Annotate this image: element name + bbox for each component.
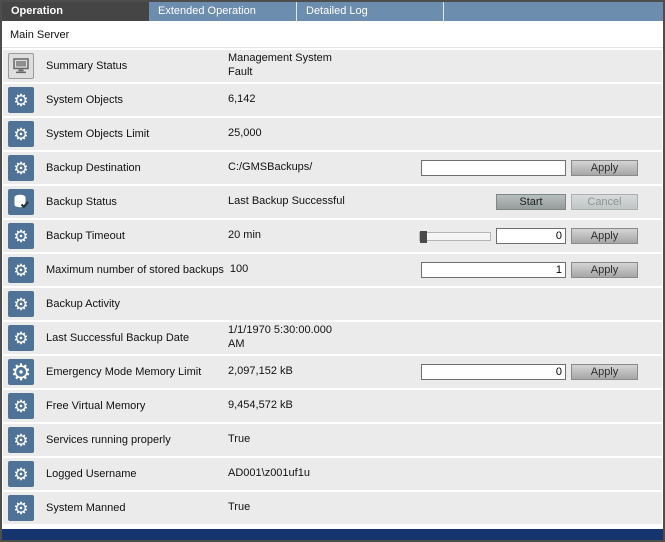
- start-button[interactable]: Start: [496, 194, 566, 210]
- gear-icon: ⚙: [8, 223, 34, 249]
- property-label: Logged Username: [46, 468, 228, 480]
- tab-bar: Operation Extended Operation Detailed Lo…: [2, 2, 663, 21]
- row-emergency-mode-memory-limit: ⚙ Emergency Mode Memory Limit 2,097,152 …: [3, 356, 662, 388]
- status-bar: [2, 529, 663, 540]
- tab-extended-operation[interactable]: Extended Operation: [149, 2, 296, 21]
- row-backup-destination: ⚙ Backup Destination C:/GMSBackups/ Appl…: [3, 152, 662, 184]
- emergency-memory-input[interactable]: [421, 364, 566, 380]
- row-system-manned: ⚙ System Manned True: [3, 492, 662, 524]
- property-value: AD001\z001uf1u: [228, 467, 400, 481]
- property-value: 9,454,572 kB: [228, 399, 400, 413]
- cancel-button[interactable]: Cancel: [571, 194, 638, 210]
- tab-bar-filler: [443, 2, 663, 21]
- property-value: 20 min: [228, 229, 400, 243]
- gear-icon: ⚙: [8, 121, 34, 147]
- gear-icon: ⚙: [8, 291, 34, 317]
- property-label: Last Successful Backup Date: [46, 332, 228, 344]
- gear-icon: ⚙: [8, 393, 34, 419]
- property-label: System Objects: [46, 94, 228, 106]
- property-label: Backup Destination: [46, 162, 228, 174]
- row-backup-activity: ⚙ Backup Activity: [3, 288, 662, 320]
- property-value: True: [228, 433, 400, 447]
- property-label: Free Virtual Memory: [46, 400, 228, 412]
- backup-timeout-slider[interactable]: [419, 232, 491, 241]
- row-controls: Apply: [421, 364, 662, 380]
- row-controls: Apply: [421, 262, 662, 278]
- row-summary-status: Summary Status Management System Fault: [3, 50, 662, 82]
- gear-icon: ⚙: [8, 87, 34, 113]
- property-label: Summary Status: [46, 60, 228, 72]
- row-free-virtual-memory: ⚙ Free Virtual Memory 9,454,572 kB: [3, 390, 662, 422]
- row-controls: Apply: [419, 228, 662, 244]
- database-check-icon: [8, 189, 34, 215]
- property-value: Last Backup Successful: [228, 195, 400, 209]
- gear-icon: ⚙: [8, 495, 34, 521]
- row-max-stored-backups: ⚙ Maximum number of stored backups 100 A…: [3, 254, 662, 286]
- property-label: Backup Activity: [46, 298, 228, 310]
- property-label: Backup Timeout: [46, 230, 228, 242]
- property-value: Management System Fault: [228, 52, 400, 80]
- property-value: 1/1/1970 5:30:00.000 AM: [228, 324, 400, 352]
- property-list: Summary Status Management System Fault ⚙…: [2, 48, 663, 524]
- row-backup-timeout: ⚙ Backup Timeout 20 min Apply: [3, 220, 662, 252]
- property-value: C:/GMSBackups/: [228, 161, 400, 175]
- row-backup-status: Backup Status Last Backup Successful Sta…: [3, 186, 662, 218]
- row-controls: Apply: [421, 160, 662, 176]
- property-value: 2,097,152 kB: [228, 365, 400, 379]
- gear-icon: ⚙: [8, 461, 34, 487]
- gear-icon: ⚙: [8, 325, 34, 351]
- backup-timeout-input[interactable]: [496, 228, 566, 244]
- property-label: System Manned: [46, 502, 228, 514]
- page-title: Main Server: [2, 21, 663, 48]
- gear-icon: ⚙: [8, 257, 34, 283]
- gear-large-icon: ⚙: [8, 359, 34, 385]
- gear-icon: ⚙: [8, 427, 34, 453]
- row-controls: Start Cancel: [496, 194, 662, 210]
- tab-operation[interactable]: Operation: [2, 2, 149, 21]
- row-services-running-properly: ⚙ Services running properly True: [3, 424, 662, 456]
- max-backups-input[interactable]: [421, 262, 566, 278]
- apply-button[interactable]: Apply: [571, 228, 638, 244]
- property-label: Maximum number of stored backups: [46, 264, 230, 276]
- server-status-icon: [8, 53, 34, 79]
- property-label: Services running properly: [46, 434, 228, 446]
- apply-button[interactable]: Apply: [571, 262, 638, 278]
- row-system-objects-limit: ⚙ System Objects Limit 25,000: [3, 118, 662, 150]
- property-label: Backup Status: [46, 196, 228, 208]
- row-logged-username: ⚙ Logged Username AD001\z001uf1u: [3, 458, 662, 490]
- property-label: Emergency Mode Memory Limit: [46, 366, 228, 378]
- tab-detailed-log[interactable]: Detailed Log: [296, 2, 443, 21]
- row-system-objects: ⚙ System Objects 6,142: [3, 84, 662, 116]
- backup-destination-input[interactable]: [421, 160, 566, 176]
- row-last-successful-backup-date: ⚙ Last Successful Backup Date 1/1/1970 5…: [3, 322, 662, 354]
- gear-icon: ⚙: [8, 155, 34, 181]
- management-window: Operation Extended Operation Detailed Lo…: [0, 0, 665, 542]
- apply-button[interactable]: Apply: [571, 364, 638, 380]
- property-value: 25,000: [228, 127, 400, 141]
- property-value: 6,142: [228, 93, 400, 107]
- property-value: True: [228, 501, 400, 515]
- slider-handle[interactable]: [420, 231, 427, 243]
- apply-button[interactable]: Apply: [571, 160, 638, 176]
- property-value: 100: [230, 263, 402, 277]
- property-label: System Objects Limit: [46, 128, 228, 140]
